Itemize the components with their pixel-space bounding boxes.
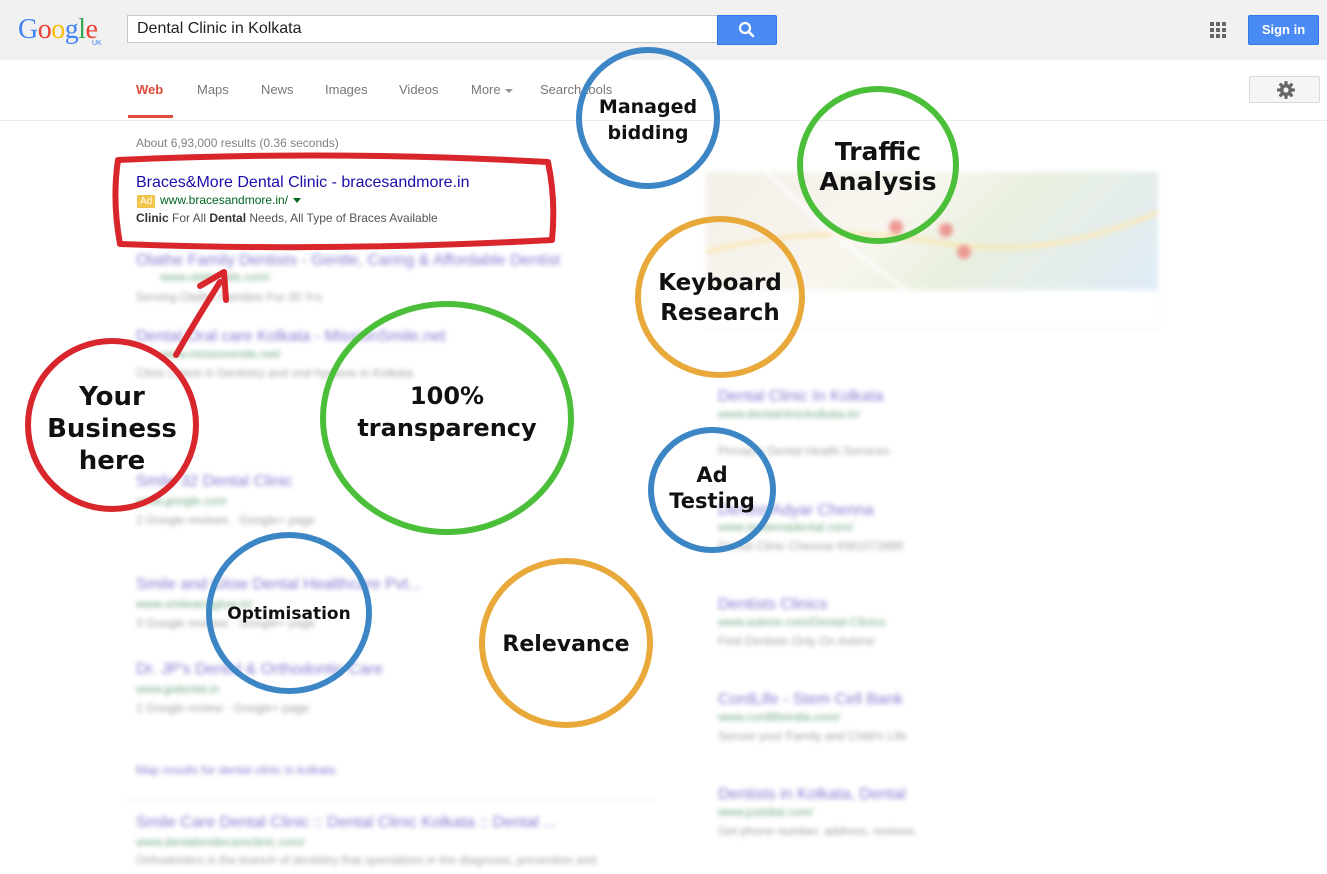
annotation-label: Optimisation (227, 604, 350, 624)
annotation-overlay: Your Business here Managed bidding Traffic A… (25, 47, 959, 728)
annotation-circle (635, 216, 805, 378)
annotation-label: Relevance (502, 632, 629, 657)
arrow-icon (173, 269, 229, 358)
annotation-label: Keyboard Research (658, 270, 782, 326)
annotation-label: Your Business here (47, 382, 177, 476)
ad-highlight-box (112, 152, 557, 251)
annotation-label: Traffic Analysis (819, 137, 936, 196)
annotation-label: Managed bidding (599, 96, 697, 144)
annotation-circle (576, 47, 720, 189)
annotation-label: 100% transparency (357, 382, 537, 442)
annotation-label: Ad Testing (669, 463, 755, 513)
